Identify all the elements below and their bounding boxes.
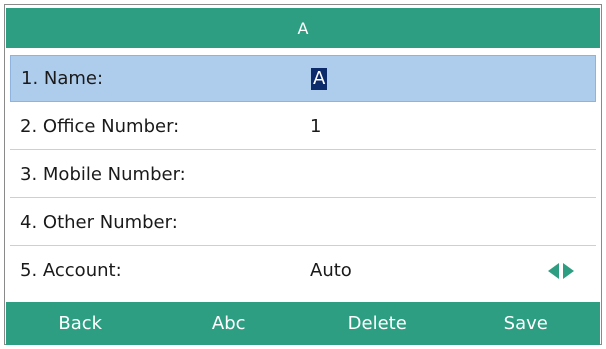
softkey-bar: Back Abc Delete Save	[6, 302, 600, 345]
delete-button[interactable]: Delete	[303, 302, 452, 345]
office-number-field-label: 2. Office Number:	[20, 115, 180, 137]
name-field-row[interactable]: 1. Name: A	[10, 55, 596, 102]
page-title: A	[297, 18, 309, 38]
mobile-number-field-row[interactable]: 3. Mobile Number:	[10, 151, 596, 198]
abc-button[interactable]: Abc	[155, 302, 304, 345]
text-cursor-selection: A	[311, 67, 328, 90]
save-button[interactable]: Save	[452, 302, 601, 345]
account-selector-arrows[interactable]	[548, 247, 574, 294]
name-field-label: 1. Name:	[21, 68, 104, 89]
account-field-row[interactable]: 5. Account: Auto	[10, 247, 596, 294]
name-field-value[interactable]: A	[311, 67, 595, 90]
mobile-number-field-label: 3. Mobile Number:	[20, 163, 186, 185]
office-number-field-value[interactable]: 1	[310, 116, 596, 137]
arrow-right-icon[interactable]	[563, 262, 574, 279]
office-number-field-row[interactable]: 2. Office Number: 1	[10, 103, 596, 150]
other-number-field-row[interactable]: 4. Other Number:	[10, 199, 596, 246]
account-field-label: 5. Account:	[20, 260, 122, 281]
title-bar: A	[6, 8, 600, 48]
arrow-left-icon[interactable]	[548, 262, 559, 279]
back-button[interactable]: Back	[6, 302, 155, 345]
other-number-field-label: 4. Other Number:	[20, 211, 178, 233]
